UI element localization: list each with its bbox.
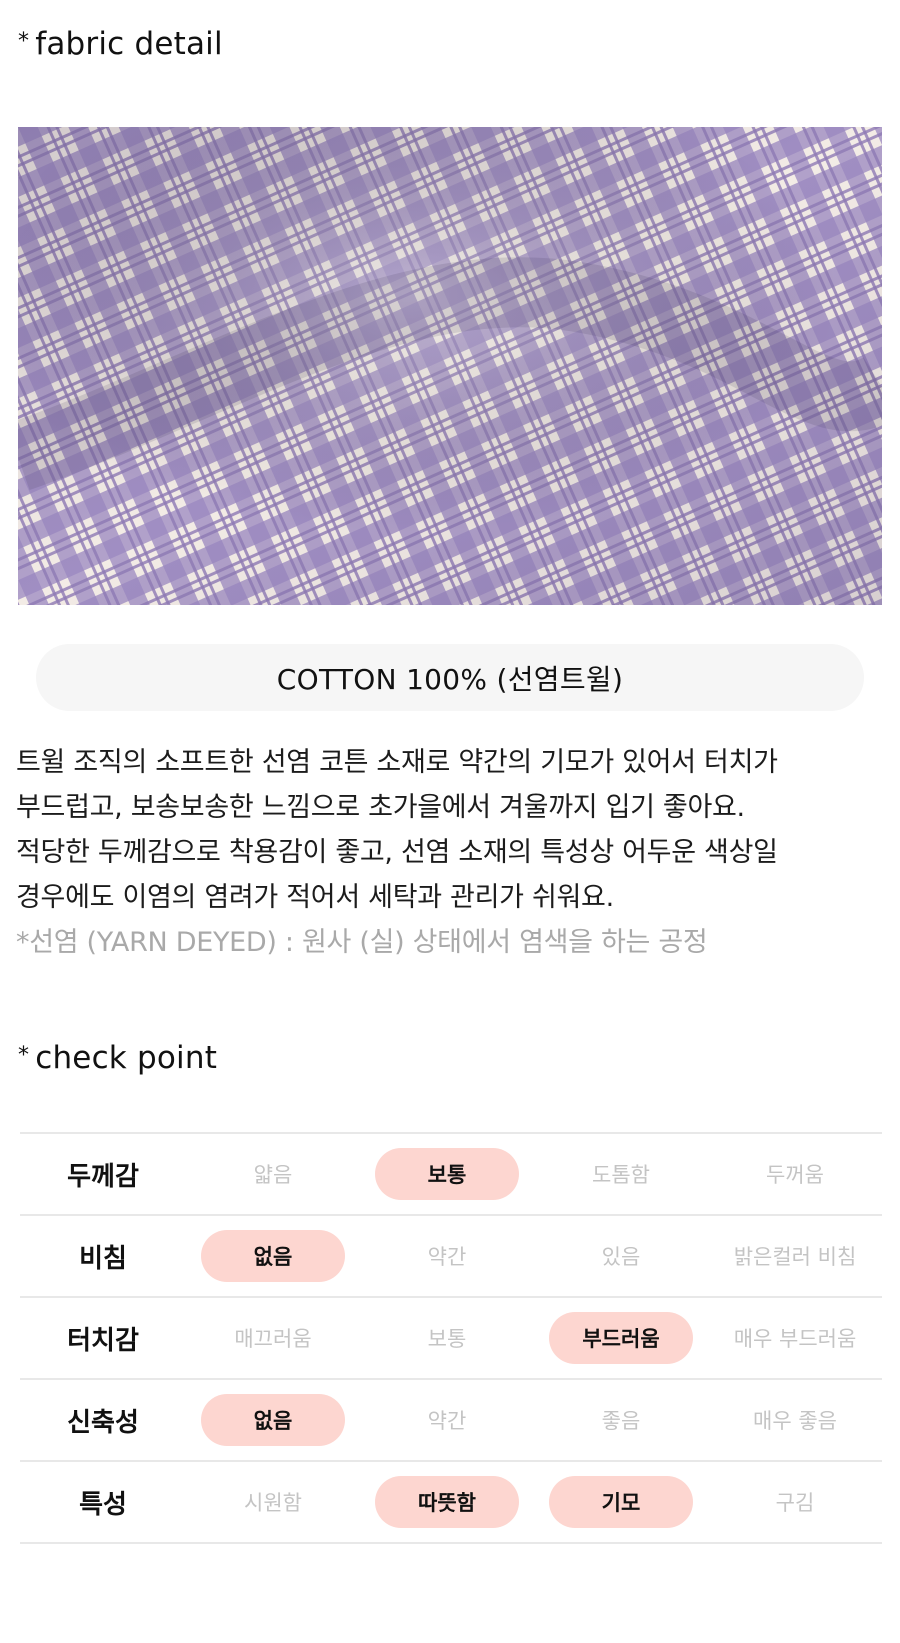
option-label: 얇음 (253, 1163, 293, 1187)
row-label: 특성 (79, 1489, 127, 1520)
option-cell-selected: 기모 (534, 1476, 708, 1528)
option-label: 보통 (375, 1148, 519, 1200)
title-star: * (18, 29, 30, 54)
option-label: 구김 (775, 1491, 815, 1515)
description-line: 부드럽고, 보송보송한 느낌으로 초가을에서 겨울까지 입기 좋아요. (16, 792, 745, 823)
check-point-table: 두께감 얇음 보통 도톰함 두꺼움 비침 없음 약간 있음 밝은컬러 비침 터치… (20, 1132, 882, 1544)
option-cell-selected: 부드러움 (534, 1312, 708, 1364)
option-cell: 매끄러움 (186, 1312, 360, 1364)
check-row-sheerness: 비침 없음 약간 있음 밝은컬러 비침 (20, 1216, 882, 1298)
row-label: 신축성 (67, 1407, 139, 1438)
title-star: * (18, 1043, 30, 1068)
option-label: 따뜻함 (375, 1476, 519, 1528)
option-label: 있음 (601, 1245, 641, 1269)
option-cell: 보통 (360, 1312, 534, 1364)
option-cell: 구김 (708, 1476, 882, 1528)
option-label: 약간 (427, 1245, 467, 1269)
option-cell: 약간 (360, 1230, 534, 1282)
description-line: 적당한 두께감으로 착용감이 좋고, 선염 소재의 특성상 어두운 색상일 (16, 837, 778, 868)
option-label: 좋음 (601, 1409, 641, 1433)
fabric-photo (18, 127, 882, 605)
description-line: 트윌 조직의 소프트한 선염 코튼 소재로 약간의 기모가 있어서 터치가 (16, 747, 778, 778)
option-label: 부드러움 (549, 1312, 693, 1364)
composition-pill: COTTON 100% (선염트윌) (36, 644, 864, 711)
option-label: 도톰함 (592, 1163, 650, 1187)
option-cell: 좋음 (534, 1394, 708, 1446)
option-cell: 매우 부드러움 (708, 1312, 882, 1364)
option-cell: 밝은컬러 비침 (708, 1230, 882, 1282)
option-cell: 두꺼움 (708, 1148, 882, 1200)
option-label: 매우 좋음 (753, 1409, 837, 1433)
option-label: 약간 (427, 1409, 467, 1433)
option-label: 보통 (427, 1327, 467, 1351)
check-point-title: * check point (18, 1040, 217, 1076)
option-cell: 매우 좋음 (708, 1394, 882, 1446)
check-row-touch: 터치감 매끄러움 보통 부드러움 매우 부드러움 (20, 1298, 882, 1380)
option-label: 두꺼움 (766, 1163, 824, 1187)
option-cell: 도톰함 (534, 1148, 708, 1200)
option-label: 없음 (201, 1230, 345, 1282)
fabric-description: 트윌 조직의 소프트한 선염 코튼 소재로 약간의 기모가 있어서 터치가 부드… (16, 740, 886, 965)
fabric-detail-title: * fabric detail (18, 26, 223, 62)
option-label: 없음 (201, 1394, 345, 1446)
option-label: 밝은컬러 비침 (733, 1245, 857, 1269)
option-cell: 약간 (360, 1394, 534, 1446)
option-label: 매우 부드러움 (733, 1327, 857, 1351)
option-label: 시원함 (244, 1491, 302, 1515)
row-label: 터치감 (67, 1325, 139, 1356)
option-cell-selected: 없음 (186, 1394, 360, 1446)
row-label: 두께감 (67, 1161, 139, 1192)
row-label: 비침 (79, 1243, 127, 1274)
option-label: 기모 (549, 1476, 693, 1528)
option-cell-selected: 보통 (360, 1148, 534, 1200)
check-point-title-text: check point (35, 1040, 218, 1076)
option-cell: 얇음 (186, 1148, 360, 1200)
yarn-dyed-note: *선염 (YARN DEYED) : 원사 (실) 상태에서 염색을 하는 공정 (16, 927, 708, 958)
option-cell-selected: 따뜻함 (360, 1476, 534, 1528)
check-row-stretch: 신축성 없음 약간 좋음 매우 좋음 (20, 1380, 882, 1462)
fabric-detail-title-text: fabric detail (35, 26, 223, 62)
description-line: 경우에도 이염의 염려가 적어서 세탁과 관리가 쉬워요. (16, 882, 614, 913)
option-cell-selected: 없음 (186, 1230, 360, 1282)
option-cell: 시원함 (186, 1476, 360, 1528)
option-cell: 있음 (534, 1230, 708, 1282)
check-row-thickness: 두께감 얇음 보통 도톰함 두꺼움 (20, 1134, 882, 1216)
option-label: 매끄러움 (234, 1327, 312, 1351)
check-row-features: 특성 시원함 따뜻함 기모 구김 (20, 1462, 882, 1544)
